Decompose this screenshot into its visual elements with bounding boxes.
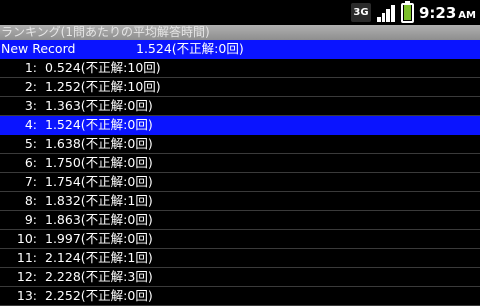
ranking-time: 1.997(不正解:0回) (45, 231, 153, 246)
ranking-position: 6: (24, 155, 37, 170)
ranking-row[interactable]: 2: 1.252(不正解:10回) (0, 78, 480, 97)
status-icons: 3G 9:23 AM (350, 0, 476, 23)
ranking-row[interactable]: 3: 1.363(不正解:0回) (0, 97, 480, 116)
ranking-time: 2.124(不正解:1回) (45, 250, 153, 265)
ranking-time: 1.524(不正解:0回) (45, 117, 153, 132)
new-record-row[interactable]: New Record 1.524(不正解:0回) (0, 40, 480, 59)
ranking-position: 1: (24, 60, 37, 75)
ranking-position: 9: (24, 212, 37, 227)
ranking-row[interactable]: 4: 1.524(不正解:0回) (0, 116, 480, 135)
battery-level (403, 4, 411, 20)
ranking-row[interactable]: 12: 2.228(不正解:3回) (0, 268, 480, 287)
ranking-position: 13: (16, 288, 37, 303)
clock-time: 9:23 (418, 3, 457, 22)
clock: 9:23 AM (419, 4, 476, 22)
ranking-time: 1.363(不正解:0回) (45, 98, 153, 113)
ranking-time: 1.638(不正解:0回) (45, 136, 153, 151)
ranking-row[interactable]: 1: 0.524(不正解:10回) (0, 59, 480, 78)
ranking-time: 1.252(不正解:10回) (45, 79, 161, 94)
ranking-position: 4: (24, 117, 37, 132)
ranking-position: 8: (24, 193, 37, 208)
ranking-time: 0.524(不正解:10回) (45, 60, 161, 75)
clock-ampm: AM (458, 9, 476, 21)
network-3g-icon: 3G (350, 3, 371, 22)
battery-icon (400, 0, 414, 23)
ranking-position: 2: (24, 79, 37, 94)
ranking-row[interactable]: 8: 1.832(不正解:1回) (0, 192, 480, 211)
ranking-row[interactable]: 9: 1.863(不正解:0回) (0, 211, 480, 230)
ranking-row[interactable]: 5: 1.638(不正解:0回) (0, 135, 480, 154)
status-bar: 3G 9:23 AM (0, 0, 480, 25)
ranking-position: 12: (16, 269, 37, 284)
ranking-position: 5: (24, 136, 37, 151)
ranking-time: 1.832(不正解:1回) (45, 193, 153, 208)
ranking-time: 2.252(不正解:0回) (45, 288, 153, 303)
ranking-row[interactable]: 11: 2.124(不正解:1回) (0, 249, 480, 268)
ranking-time: 1.754(不正解:0回) (45, 174, 153, 189)
ranking-row[interactable]: 7: 1.754(不正解:0回) (0, 173, 480, 192)
ranking-row[interactable]: 6: 1.750(不正解:0回) (0, 154, 480, 173)
ranking-row[interactable]: 13: 2.252(不正解:0回) (0, 287, 480, 306)
new-record-value: 1.524(不正解:0回) (136, 41, 244, 56)
new-record-label: New Record (1, 41, 76, 56)
ranking-row[interactable]: 10: 1.997(不正解:0回) (0, 230, 480, 249)
ranking-position: 11: (16, 250, 37, 265)
ranking-time: 1.863(不正解:0回) (45, 212, 153, 227)
ranking-position: 10: (16, 231, 37, 246)
signal-strength-icon (376, 3, 396, 22)
ranking-list[interactable]: New Record 1.524(不正解:0回) 1: 0.524(不正解:10回… (0, 40, 480, 306)
ranking-time: 1.750(不正解:0回) (45, 155, 153, 170)
ranking-position: 3: (24, 98, 37, 113)
ranking-time: 2.228(不正解:3回) (45, 269, 153, 284)
ranking-position: 7: (24, 174, 37, 189)
network-type-label: 3G (353, 6, 369, 18)
page-title: ランキング(1問あたりの平均解答時間) (0, 25, 480, 40)
